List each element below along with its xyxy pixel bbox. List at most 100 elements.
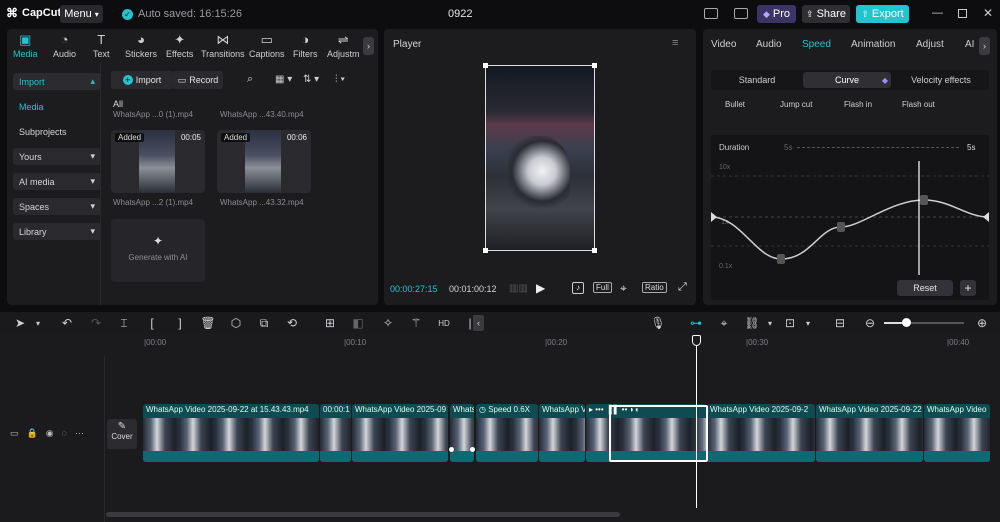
record-button[interactable]: ▭ Record: [173, 71, 223, 89]
zoom-in-icon[interactable]: ⊕: [974, 315, 990, 331]
tab-effects[interactable]: ✦ Effects: [166, 33, 193, 60]
speed-curve-graph[interactable]: [711, 135, 989, 300]
cover-button[interactable]: ✎ Cover: [107, 419, 137, 449]
tab-adjust[interactable]: Adjust: [916, 39, 944, 50]
layout-icon[interactable]: [704, 8, 718, 19]
tab-text[interactable]: T Text: [93, 33, 110, 60]
tab-stickers[interactable]: ◕ Stickers: [125, 33, 157, 60]
play-icon[interactable]: ▶: [536, 281, 545, 295]
media-thumbnail[interactable]: Added 00:05: [111, 130, 205, 193]
linkage-icon[interactable]: ⛓: [744, 315, 760, 331]
sidebar-item-ai-media[interactable]: AI media ▾: [13, 173, 101, 190]
preset-jump-cut[interactable]: Jump cut: [780, 100, 812, 109]
minimize-icon[interactable]: —: [932, 7, 943, 19]
timeline-clip[interactable]: WhatsApp Video: [924, 404, 990, 462]
maximize-icon[interactable]: [958, 9, 967, 18]
export-button[interactable]: ⇧ Export: [856, 5, 909, 23]
fit-icon[interactable]: ⌖: [620, 281, 627, 296]
chevron-down-icon[interactable]: ▾: [30, 315, 46, 331]
tab-captions[interactable]: ▭ Captions: [249, 33, 285, 60]
mute-icon[interactable]: ◌: [62, 428, 67, 439]
sidebar-item-spaces[interactable]: Spaces ▾: [13, 198, 101, 215]
preview-axis-icon[interactable]: ⊡: [782, 315, 798, 331]
split-icon[interactable]: ⌶: [116, 315, 132, 331]
main-track-magnet-icon[interactable]: ⊶: [688, 315, 704, 331]
hamburger-icon[interactable]: ≡: [672, 37, 678, 49]
curve-end-marker[interactable]: [983, 212, 989, 222]
crop-icon[interactable]: ⧉: [256, 315, 272, 331]
curve-point[interactable]: [920, 195, 928, 205]
mask-icon[interactable]: ⬡: [228, 315, 244, 331]
timeline-clip[interactable]: WhatsApp Video 2025-09-22 at 15.43.43.mp…: [143, 404, 319, 462]
tiktok-icon[interactable]: ♪: [572, 282, 584, 294]
tabs-scroll-right-button[interactable]: ›: [979, 37, 990, 55]
timeline-clip[interactable]: WhatsApp Video 2025-09-2: [707, 404, 815, 462]
preset-flash-in[interactable]: Flash in: [844, 100, 872, 109]
hd-icon[interactable]: HD: [436, 315, 452, 331]
tab-transitions[interactable]: ⋈ Transitions: [201, 33, 245, 60]
timeline-clip[interactable]: WhatsApp Vi: [539, 404, 585, 462]
tab-animation[interactable]: Animation: [851, 39, 895, 50]
timeline-clip-speed[interactable]: ◷ Speed 0.6X: [476, 404, 538, 462]
segment-velocity-effects[interactable]: Velocity effects: [895, 72, 987, 88]
ratio-button[interactable]: Ratio: [642, 282, 667, 293]
sidebar-item-media[interactable]: Media: [13, 98, 101, 115]
zoom-out-icon[interactable]: ⊖: [862, 315, 878, 331]
curve-point[interactable]: [837, 222, 845, 232]
segment-standard[interactable]: Standard: [713, 72, 801, 88]
timeline-scrollbar[interactable]: [106, 512, 620, 517]
sort-icon[interactable]: ⇅ ▾: [303, 74, 319, 85]
trim-right-icon[interactable]: ]: [172, 315, 188, 331]
timeline-clip[interactable]: 00:00:1: [320, 404, 351, 462]
tabs-scroll-right-button[interactable]: ›: [363, 37, 374, 55]
search-icon[interactable]: ⌕: [247, 73, 253, 86]
auto-snap-icon[interactable]: ⌖: [716, 315, 732, 331]
keyframe-dot[interactable]: [470, 447, 475, 452]
toolbar-collapse-button[interactable]: ‹: [473, 315, 484, 331]
tab-speed[interactable]: Speed: [802, 39, 831, 50]
resize-handle[interactable]: [592, 63, 597, 68]
tab-media[interactable]: ▣ Media: [13, 33, 38, 60]
magic-wand-icon[interactable]: ⚚: [408, 315, 424, 331]
timeline-clip[interactable]: Whats: [450, 404, 474, 462]
preset-flash-out[interactable]: Flash out: [902, 100, 935, 109]
playhead-handle[interactable]: [692, 335, 701, 346]
import-button[interactable]: + Import: [111, 71, 173, 89]
timeline-clip[interactable]: WhatsApp Video 2025-09: [352, 404, 448, 462]
media-thumbnail[interactable]: Added 00:06: [217, 130, 311, 193]
remove-bg-icon[interactable]: ◧: [350, 315, 366, 331]
chevron-down-icon[interactable]: ▾: [800, 315, 816, 331]
resize-handle[interactable]: [483, 63, 488, 68]
track-thumbnail-icon[interactable]: ▭: [10, 428, 19, 439]
eye-icon[interactable]: ◉: [46, 428, 54, 439]
sidebar-item-subprojects[interactable]: Subprojects: [13, 123, 101, 140]
curve-start-marker[interactable]: [711, 212, 717, 222]
resize-handle[interactable]: [483, 248, 488, 253]
select-tool-icon[interactable]: ➤: [12, 315, 28, 331]
filter-icon[interactable]: ⫶ ▾: [335, 74, 345, 85]
trim-left-icon[interactable]: [: [144, 315, 160, 331]
reset-button[interactable]: Reset: [897, 280, 953, 296]
share-button[interactable]: ⇪ Share: [802, 5, 850, 23]
delete-icon[interactable]: 🗑: [200, 315, 216, 331]
chevron-down-icon[interactable]: ▾: [762, 315, 778, 331]
add-marker-icon[interactable]: ⊞: [322, 315, 338, 331]
full-button[interactable]: Full: [593, 282, 612, 293]
resize-handle[interactable]: [592, 248, 597, 253]
playhead-line[interactable]: [696, 338, 697, 508]
close-icon[interactable]: ✕: [983, 6, 993, 20]
ai-enhance-icon[interactable]: ✧: [380, 315, 396, 331]
tab-audio[interactable]: ◔ Audio: [53, 33, 76, 60]
tab-filters[interactable]: ◑ Filters: [293, 33, 318, 60]
sidebar-item-import[interactable]: Import ▴: [13, 73, 101, 90]
pro-button[interactable]: ◆ Pro: [757, 5, 796, 23]
zoom-slider[interactable]: [884, 318, 964, 327]
segment-curve[interactable]: Curve ◆: [803, 72, 891, 88]
fullscreen-icon[interactable]: ⤢: [678, 281, 687, 294]
generate-with-ai-button[interactable]: ✦ Generate with AI: [111, 219, 205, 282]
menu-button[interactable]: Menu ▾: [60, 5, 103, 23]
redo-icon[interactable]: ↷: [88, 315, 104, 331]
tab-audio-props[interactable]: Audio: [756, 39, 782, 50]
undo-icon[interactable]: ↶: [59, 315, 75, 331]
fit-timeline-icon[interactable]: ⊟: [832, 315, 848, 331]
